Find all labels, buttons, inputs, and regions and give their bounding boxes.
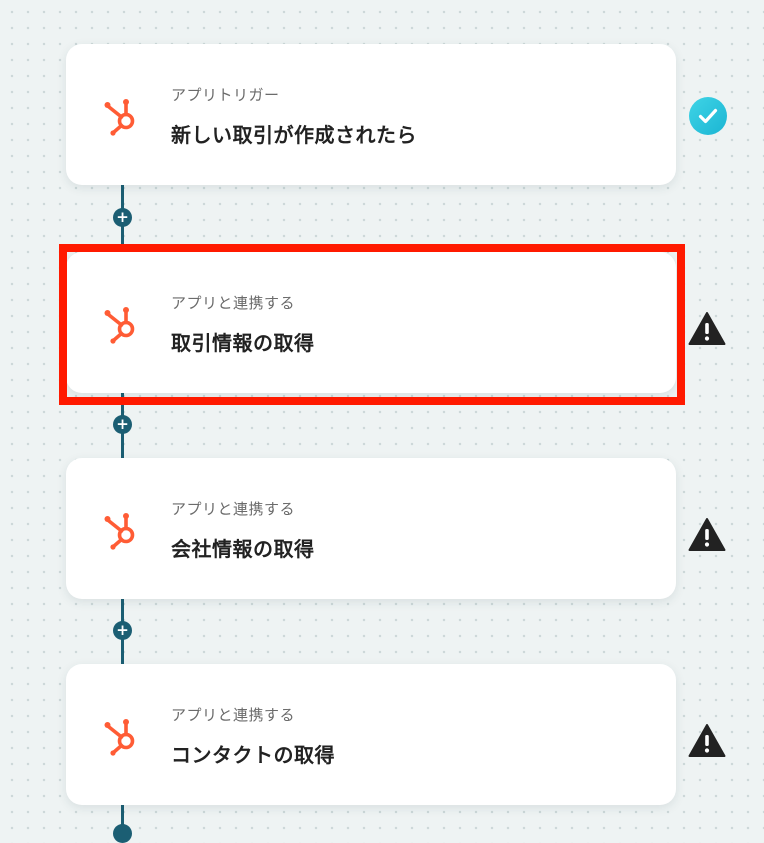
- hubspot-icon: [102, 506, 142, 550]
- warning-icon: [688, 311, 726, 347]
- step-subtitle: アプリと連携する: [171, 706, 296, 724]
- hubspot-icon: [102, 92, 142, 136]
- step-title: 会社情報の取得: [171, 537, 315, 561]
- add-step-button[interactable]: +: [113, 621, 132, 640]
- add-step-button[interactable]: +: [113, 208, 132, 227]
- warning-icon: [688, 723, 726, 759]
- step-title: コンタクトの取得: [171, 743, 335, 767]
- add-step-button[interactable]: [113, 824, 132, 843]
- flow-step-card[interactable]: アプリと連携する 会社情報の取得: [66, 458, 676, 599]
- flow-step-card[interactable]: アプリと連携する 取引情報の取得: [66, 252, 676, 393]
- check-circle-icon: [689, 97, 727, 135]
- flow-step-card[interactable]: アプリトリガー 新しい取引が作成されたら: [66, 44, 676, 185]
- step-subtitle: アプリトリガー: [171, 86, 280, 104]
- step-title: 新しい取引が作成されたら: [171, 123, 417, 147]
- flow-step-card[interactable]: アプリと連携する コンタクトの取得: [66, 664, 676, 805]
- step-subtitle: アプリと連携する: [171, 500, 296, 518]
- add-step-button[interactable]: +: [113, 415, 132, 434]
- hubspot-icon: [102, 712, 142, 756]
- step-title: 取引情報の取得: [171, 331, 315, 355]
- warning-icon: [688, 517, 726, 553]
- step-subtitle: アプリと連携する: [171, 294, 296, 312]
- hubspot-icon: [102, 300, 142, 344]
